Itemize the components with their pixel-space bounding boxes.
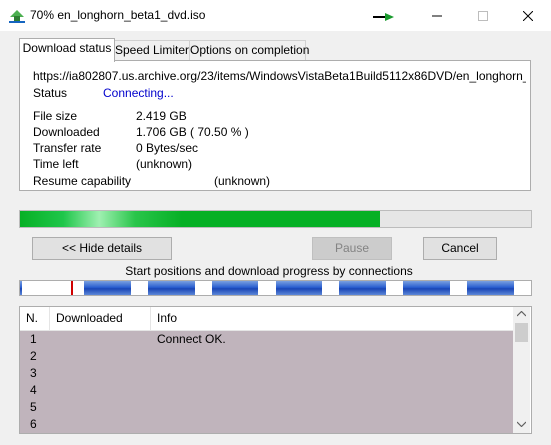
file-size-value: 2.419 GB: [136, 109, 187, 123]
list-body: 1 Connect OK. 2 3 4 5 6: [20, 331, 513, 433]
list-scrollbar[interactable]: [513, 307, 530, 433]
tab-label: Options on completion: [190, 43, 310, 57]
download-url: https://ia802807.us.archive.org/23/items…: [33, 69, 526, 83]
column-header-n[interactable]: N.: [20, 307, 50, 330]
row-number: 3: [30, 366, 37, 380]
list-row[interactable]: 4: [20, 382, 513, 399]
tab-speed-limiter[interactable]: Speed Limiter: [113, 40, 191, 61]
pause-label: Pause: [334, 241, 370, 255]
connection-segment: [403, 281, 451, 295]
downloaded-value: 1.706 GB ( 70.50 % ): [136, 125, 249, 139]
progress-fill: [20, 211, 381, 227]
list-row[interactable]: 5: [20, 399, 513, 416]
row-info: Connect OK.: [157, 332, 226, 346]
scrollbar-thumb[interactable]: [515, 323, 528, 342]
row-number: 1: [30, 332, 37, 346]
connection-segment: [339, 281, 387, 295]
connection-segment: [275, 281, 323, 295]
list-row[interactable]: 3: [20, 365, 513, 382]
transfer-rate-label: Transfer rate: [33, 141, 102, 155]
close-icon: [523, 10, 533, 21]
download-progress-bar: [19, 210, 532, 228]
title-bar: 70% en_longhorn_beta1_dvd.iso: [0, 0, 551, 31]
downloaded-label: Downloaded: [33, 125, 100, 139]
minimize-icon: [432, 15, 442, 16]
column-header-label: Info: [157, 311, 178, 325]
row-number: 4: [30, 383, 37, 397]
status-label: Status: [33, 86, 68, 100]
scroll-down-icon[interactable]: [517, 421, 526, 427]
column-header-label: N.: [26, 311, 38, 325]
connections-progress-bar: [19, 280, 532, 296]
tab-download-status[interactable]: Download status: [19, 38, 115, 62]
file-size-label: File size: [33, 109, 78, 123]
connection-segment: [211, 281, 259, 295]
time-left-value: (unknown): [136, 157, 193, 171]
connection-segment: [147, 281, 195, 295]
column-header-info[interactable]: Info: [151, 307, 513, 330]
window-title: 70% en_longhorn_beta1_dvd.iso: [30, 8, 206, 22]
idm-app-icon: [8, 8, 26, 24]
cancel-button[interactable]: Cancel: [423, 237, 497, 260]
row-number: 6: [30, 417, 37, 431]
tab-label: Speed Limiter: [114, 43, 190, 57]
column-header-label: Downloaded: [56, 311, 123, 325]
resume-capability-value: (unknown): [214, 174, 271, 188]
connection-head-marker: [70, 281, 73, 295]
connection-segment: [20, 281, 22, 295]
connections-caption: Start positions and download progress by…: [125, 264, 413, 278]
transfer-rate-value: 0 Bytes/sec: [136, 141, 199, 155]
connections-list[interactable]: N. Downloaded Info 1 Connect OK. 2 3 4 5…: [19, 306, 532, 434]
cancel-label: Cancel: [441, 241, 479, 255]
scroll-up-icon[interactable]: [517, 311, 526, 317]
tab-options-on-completion[interactable]: Options on completion: [189, 40, 310, 61]
tab-label: Download status: [22, 41, 112, 55]
list-row[interactable]: 1 Connect OK.: [20, 331, 513, 348]
list-row[interactable]: 2: [20, 348, 513, 365]
resume-capability-label: Resume capability: [33, 174, 132, 188]
pause-button[interactable]: Pause: [312, 237, 392, 260]
close-button[interactable]: [505, 0, 551, 31]
hide-details-button[interactable]: << Hide details: [32, 237, 172, 260]
list-header: N. Downloaded Info: [20, 307, 513, 331]
status-value: Connecting...: [103, 86, 174, 100]
connection-segment: [467, 281, 514, 295]
row-number: 5: [30, 400, 37, 414]
pen-icon: [372, 10, 396, 24]
list-row[interactable]: 6: [20, 416, 513, 433]
download-status-panel: https://ia802807.us.archive.org/23/items…: [19, 60, 531, 191]
column-header-downloaded[interactable]: Downloaded: [50, 307, 151, 330]
maximize-button[interactable]: [460, 0, 506, 31]
row-number: 2: [30, 349, 37, 363]
hide-details-label: << Hide details: [61, 241, 143, 255]
connection-segment: [83, 281, 131, 295]
time-left-label: Time left: [33, 157, 79, 171]
minimize-button[interactable]: [414, 0, 460, 31]
maximize-icon: [478, 10, 488, 21]
